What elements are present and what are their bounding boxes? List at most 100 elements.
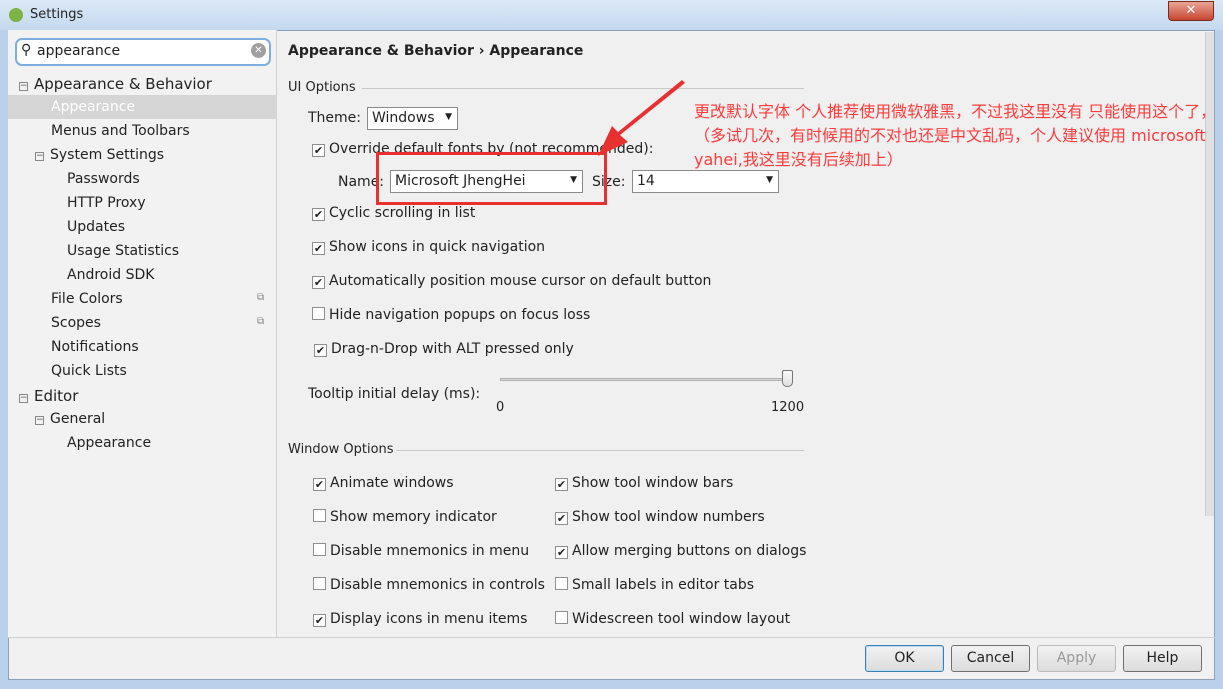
tree-item[interactable]: − Appearance & Behavior [19,75,212,93]
option-checkbox[interactable]: Widescreen tool window layout [555,611,790,627]
checkbox-icon: ✔ [313,614,326,627]
tree-item-label: General [50,411,106,427]
tree-item-label: System Settings [50,147,165,163]
checkbox-label: Small labels in editor tabs [572,577,755,593]
tree-item[interactable]: − Editor [19,387,78,405]
ok-button[interactable]: OK [865,645,944,672]
theme-value: Windows [372,110,435,126]
tree-item[interactable]: HTTP Proxy [67,195,146,211]
tree-item-label: Appearance & Behavior [34,75,212,93]
chevron-down-icon: ▼ [445,112,452,122]
checkbox-icon: ✔ [312,208,325,221]
checkbox-label: Widescreen tool window layout [572,611,791,627]
checkbox-icon [312,307,325,320]
window-title: Settings [30,7,84,22]
tree-item[interactable]: Passwords [67,171,140,187]
tree-item-label: Usage Statistics [67,243,180,259]
collapse-icon[interactable]: − [19,82,28,91]
ui-options-header: UI Options [288,80,356,95]
checkbox-icon: ✔ [314,344,327,357]
checkbox-label: Drag-n-Drop with ALT pressed only [331,341,574,357]
tree-item[interactable]: Appearance [67,435,151,451]
tooltip-delay-slider-thumb[interactable] [782,370,793,387]
checkbox-icon [313,509,326,522]
annotation-note: 更改默认字体 个人推荐使用微软雅黑，不过我这里没有 只能使用这个了，（多试几次，… [694,102,1217,169]
collapse-icon[interactable]: − [35,152,44,161]
cancel-button[interactable]: Cancel [951,645,1030,672]
checkbox-icon: ✔ [555,546,568,559]
close-button[interactable]: ✕ [1168,1,1214,21]
tree-item-label: Appearance [67,435,152,451]
option-checkbox[interactable]: ✔ Cyclic scrolling in list [312,205,475,221]
checkbox-icon [313,543,326,556]
tree-item-label: Updates [67,219,125,235]
option-checkbox[interactable]: Show memory indicator [313,509,497,525]
checkbox-icon [313,577,326,590]
tree-item[interactable]: − System Settings [35,147,164,163]
clear-search-icon[interactable]: ✕ [251,43,266,58]
tooltip-delay-slider-track[interactable] [500,378,790,381]
highlight-box [376,152,607,205]
checkbox-label: Disable mnemonics in controls [330,577,545,593]
theme-dropdown[interactable]: Windows ▼ [367,107,458,130]
option-checkbox[interactable]: ✔ Allow merging buttons on dialogs [555,543,806,559]
tree-item-label: Menus and Toolbars [51,123,190,139]
checkbox-label: Show tool window numbers [572,509,765,525]
tree-item[interactable]: Updates [67,219,125,235]
tree-item[interactable]: Quick Lists [51,363,127,379]
font-size-dropdown[interactable]: 14 ▼ [632,170,779,193]
tree-item-label: Editor [34,387,79,405]
tree-item[interactable]: Android SDK [67,267,154,283]
checkbox-icon [555,577,568,590]
title-bar [0,0,1223,30]
apply-button[interactable]: Apply [1037,645,1116,672]
checkbox-icon: ✔ [312,144,325,157]
slider-min-label: 0 [496,400,505,415]
option-checkbox[interactable]: ✔ Show tool window numbers [555,509,765,525]
checkbox-label: Show memory indicator [330,509,497,525]
option-checkbox[interactable]: Disable mnemonics in menu [313,543,529,559]
option-checkbox[interactable]: ✔ Show tool window bars [555,475,733,491]
option-checkbox[interactable]: Hide navigation popups on focus loss [312,307,590,323]
window-options-header: Window Options [288,442,394,457]
checkbox-label: Show icons in quick navigation [329,239,546,255]
option-checkbox[interactable]: Small labels in editor tabs [555,577,754,593]
tree-item[interactable]: File Colors [51,291,123,307]
checkbox-label: Hide navigation popups on focus loss [329,307,591,323]
chevron-down-icon: ▼ [766,175,773,185]
tree-item[interactable]: Notifications [51,339,139,355]
option-checkbox[interactable]: Disable mnemonics in controls [313,577,545,593]
option-checkbox[interactable]: ✔ Automatically position mouse cursor on … [312,273,711,289]
search-input[interactable]: ⚲ appearance ✕ [15,38,271,66]
checkbox-icon: ✔ [312,276,325,289]
search-value: appearance [37,43,121,59]
slider-max-label: 1200 [771,400,805,415]
project-scope-icon: ⧉ [257,292,265,303]
tree-item[interactable]: Usage Statistics [67,243,179,259]
search-icon: ⚲ [21,42,32,58]
option-checkbox[interactable]: ✔ Show icons in quick navigation [312,239,545,255]
option-checkbox[interactable]: ✔ Drag-n-Drop with ALT pressed only [314,341,574,357]
collapse-icon[interactable]: − [35,416,44,425]
breadcrumb: Appearance & Behavior › Appearance [288,43,584,59]
project-scope-icon: ⧉ [257,316,265,327]
tree-item[interactable]: Scopes [51,315,101,331]
tree-item[interactable]: Menus and Toolbars [51,123,190,139]
option-checkbox[interactable]: ✔ Display icons in menu items [313,611,527,627]
tree-item-label: Notifications [51,339,139,355]
collapse-icon[interactable]: − [19,394,28,403]
tree-item-label: Android SDK [67,267,155,283]
checkbox-label: Display icons in menu items [330,611,528,627]
checkbox-icon: ✔ [555,512,568,525]
tree-item[interactable]: Appearance [8,95,277,119]
checkbox-label: Automatically position mouse cursor on d… [329,273,712,289]
option-checkbox[interactable]: ✔ Animate windows [313,475,454,491]
checkbox-label: Allow merging buttons on dialogs [572,543,807,559]
checkbox-label: Disable mnemonics in menu [330,543,530,559]
help-button[interactable]: Help [1123,645,1202,672]
checkbox-icon: ✔ [313,478,326,491]
checkbox-label: Cyclic scrolling in list [329,205,476,221]
tree-item[interactable]: − General [35,411,105,427]
tree-item-label: Quick Lists [51,363,127,379]
checkbox-label: Show tool window bars [572,475,734,491]
